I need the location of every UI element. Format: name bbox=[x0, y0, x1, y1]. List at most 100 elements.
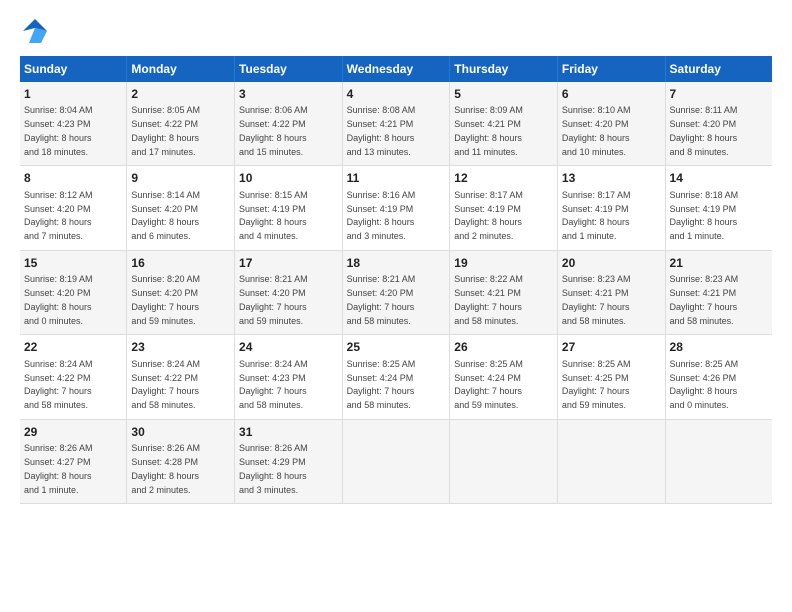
day-number: 29 bbox=[24, 424, 122, 441]
header-row: SundayMondayTuesdayWednesdayThursdayFrid… bbox=[20, 56, 772, 82]
day-cell bbox=[450, 419, 558, 503]
day-number: 4 bbox=[347, 86, 446, 103]
day-info: Sunrise: 8:20 AMSunset: 4:20 PMDaylight:… bbox=[131, 274, 200, 325]
day-info: Sunrise: 8:21 AMSunset: 4:20 PMDaylight:… bbox=[239, 274, 308, 325]
day-number: 16 bbox=[131, 255, 230, 272]
day-number: 8 bbox=[24, 170, 122, 187]
day-info: Sunrise: 8:06 AMSunset: 4:22 PMDaylight:… bbox=[239, 105, 308, 156]
day-cell: 17Sunrise: 8:21 AMSunset: 4:20 PMDayligh… bbox=[235, 250, 343, 334]
day-info: Sunrise: 8:11 AMSunset: 4:20 PMDaylight:… bbox=[670, 105, 738, 156]
day-number: 6 bbox=[562, 86, 661, 103]
day-cell: 28Sunrise: 8:25 AMSunset: 4:26 PMDayligh… bbox=[665, 335, 772, 419]
day-cell: 31Sunrise: 8:26 AMSunset: 4:29 PMDayligh… bbox=[235, 419, 343, 503]
day-cell bbox=[665, 419, 772, 503]
day-info: Sunrise: 8:26 AMSunset: 4:29 PMDaylight:… bbox=[239, 443, 308, 494]
day-info: Sunrise: 8:25 AMSunset: 4:25 PMDaylight:… bbox=[562, 359, 631, 410]
day-cell: 14 Sunrise: 8:18 AMSunset: 4:19 PMDayligh… bbox=[665, 166, 772, 250]
day-cell: 30 Sunrise: 8:26 AMSunset: 4:28 PMDayligh… bbox=[127, 419, 235, 503]
calendar-table: SundayMondayTuesdayWednesdayThursdayFrid… bbox=[20, 56, 772, 504]
day-number: 20 bbox=[562, 255, 661, 272]
day-info: Sunrise: 8:26 AMSunset: 4:27 PMDaylight:… bbox=[24, 443, 93, 494]
day-number: 12 bbox=[454, 170, 553, 187]
day-number: 30 bbox=[131, 424, 230, 441]
day-number: 26 bbox=[454, 339, 553, 356]
day-info: Sunrise: 8:04 AMSunset: 4:23 PMDaylight:… bbox=[24, 105, 93, 156]
header bbox=[20, 16, 772, 46]
day-info: Sunrise: 8:10 AMSunset: 4:20 PMDaylight:… bbox=[562, 105, 631, 156]
day-info: Sunrise: 8:12 AMSunset: 4:20 PMDaylight:… bbox=[24, 190, 93, 241]
day-info: Sunrise: 8:19 AMSunset: 4:20 PMDaylight:… bbox=[24, 274, 93, 325]
day-cell: 1 Sunrise: 8:04 AMSunset: 4:23 PMDaylight… bbox=[20, 82, 127, 166]
day-cell bbox=[557, 419, 665, 503]
day-cell: 18Sunrise: 8:21 AMSunset: 4:20 PMDayligh… bbox=[342, 250, 450, 334]
day-number: 25 bbox=[347, 339, 446, 356]
day-info: Sunrise: 8:25 AMSunset: 4:24 PMDaylight:… bbox=[347, 359, 416, 410]
day-cell: 15 Sunrise: 8:19 AMSunset: 4:20 PMDayligh… bbox=[20, 250, 127, 334]
day-cell: 27 Sunrise: 8:25 AMSunset: 4:25 PMDayligh… bbox=[557, 335, 665, 419]
week-row-3: 15 Sunrise: 8:19 AMSunset: 4:20 PMDayligh… bbox=[20, 250, 772, 334]
day-info: Sunrise: 8:24 AMSunset: 4:22 PMDaylight:… bbox=[24, 359, 93, 410]
day-number: 15 bbox=[24, 255, 122, 272]
day-cell bbox=[342, 419, 450, 503]
day-number: 23 bbox=[131, 339, 230, 356]
header-cell-saturday: Saturday bbox=[665, 56, 772, 82]
day-cell: 16 Sunrise: 8:20 AMSunset: 4:20 PMDayligh… bbox=[127, 250, 235, 334]
day-cell: 10 Sunrise: 8:15 AMSunset: 4:19 PMDayligh… bbox=[235, 166, 343, 250]
day-info: Sunrise: 8:26 AMSunset: 4:28 PMDaylight:… bbox=[131, 443, 200, 494]
header-cell-tuesday: Tuesday bbox=[235, 56, 343, 82]
day-number: 22 bbox=[24, 339, 122, 356]
day-info: Sunrise: 8:24 AMSunset: 4:22 PMDaylight:… bbox=[131, 359, 200, 410]
week-row-4: 22 Sunrise: 8:24 AMSunset: 4:22 PMDayligh… bbox=[20, 335, 772, 419]
day-number: 13 bbox=[562, 170, 661, 187]
day-number: 1 bbox=[24, 86, 122, 103]
day-cell: 7Sunrise: 8:11 AMSunset: 4:20 PMDaylight… bbox=[665, 82, 772, 166]
header-cell-thursday: Thursday bbox=[450, 56, 558, 82]
week-row-1: 1 Sunrise: 8:04 AMSunset: 4:23 PMDaylight… bbox=[20, 82, 772, 166]
day-info: Sunrise: 8:23 AMSunset: 4:21 PMDaylight:… bbox=[562, 274, 631, 325]
day-cell: 9 Sunrise: 8:14 AMSunset: 4:20 PMDaylight… bbox=[127, 166, 235, 250]
day-info: Sunrise: 8:14 AMSunset: 4:20 PMDaylight:… bbox=[131, 190, 200, 241]
day-info: Sunrise: 8:05 AMSunset: 4:22 PMDaylight:… bbox=[131, 105, 200, 156]
day-cell: 4Sunrise: 8:08 AMSunset: 4:21 PMDaylight… bbox=[342, 82, 450, 166]
day-cell: 22 Sunrise: 8:24 AMSunset: 4:22 PMDayligh… bbox=[20, 335, 127, 419]
day-cell: 23 Sunrise: 8:24 AMSunset: 4:22 PMDayligh… bbox=[127, 335, 235, 419]
header-cell-monday: Monday bbox=[127, 56, 235, 82]
header-cell-wednesday: Wednesday bbox=[342, 56, 450, 82]
day-number: 27 bbox=[562, 339, 661, 356]
header-cell-friday: Friday bbox=[557, 56, 665, 82]
logo bbox=[20, 16, 54, 46]
day-info: Sunrise: 8:22 AMSunset: 4:21 PMDaylight:… bbox=[454, 274, 523, 325]
day-cell: 13 Sunrise: 8:17 AMSunset: 4:19 PMDayligh… bbox=[557, 166, 665, 250]
day-number: 2 bbox=[131, 86, 230, 103]
day-number: 10 bbox=[239, 170, 338, 187]
day-cell: 5Sunrise: 8:09 AMSunset: 4:21 PMDaylight… bbox=[450, 82, 558, 166]
header-cell-sunday: Sunday bbox=[20, 56, 127, 82]
day-cell: 2 Sunrise: 8:05 AMSunset: 4:22 PMDaylight… bbox=[127, 82, 235, 166]
day-cell: 8 Sunrise: 8:12 AMSunset: 4:20 PMDaylight… bbox=[20, 166, 127, 250]
day-number: 21 bbox=[670, 255, 768, 272]
day-cell: 29 Sunrise: 8:26 AMSunset: 4:27 PMDayligh… bbox=[20, 419, 127, 503]
day-cell: 25 Sunrise: 8:25 AMSunset: 4:24 PMDayligh… bbox=[342, 335, 450, 419]
day-info: Sunrise: 8:25 AMSunset: 4:24 PMDaylight:… bbox=[454, 359, 523, 410]
day-cell: 6 Sunrise: 8:10 AMSunset: 4:20 PMDaylight… bbox=[557, 82, 665, 166]
day-number: 3 bbox=[239, 86, 338, 103]
day-info: Sunrise: 8:25 AMSunset: 4:26 PMDaylight:… bbox=[670, 359, 739, 410]
day-info: Sunrise: 8:17 AMSunset: 4:19 PMDaylight:… bbox=[562, 190, 631, 241]
day-info: Sunrise: 8:21 AMSunset: 4:20 PMDaylight:… bbox=[347, 274, 416, 325]
day-info: Sunrise: 8:17 AMSunset: 4:19 PMDaylight:… bbox=[454, 190, 523, 241]
day-info: Sunrise: 8:15 AMSunset: 4:19 PMDaylight:… bbox=[239, 190, 308, 241]
day-number: 11 bbox=[347, 170, 446, 187]
day-number: 24 bbox=[239, 339, 338, 356]
logo-icon bbox=[20, 16, 50, 46]
week-row-5: 29 Sunrise: 8:26 AMSunset: 4:27 PMDayligh… bbox=[20, 419, 772, 503]
day-cell: 11Sunrise: 8:16 AMSunset: 4:19 PMDayligh… bbox=[342, 166, 450, 250]
calendar-header: SundayMondayTuesdayWednesdayThursdayFrid… bbox=[20, 56, 772, 82]
day-number: 5 bbox=[454, 86, 553, 103]
day-number: 14 bbox=[670, 170, 768, 187]
day-number: 9 bbox=[131, 170, 230, 187]
day-info: Sunrise: 8:18 AMSunset: 4:19 PMDaylight:… bbox=[670, 190, 739, 241]
day-cell: 24Sunrise: 8:24 AMSunset: 4:23 PMDayligh… bbox=[235, 335, 343, 419]
calendar-body: 1 Sunrise: 8:04 AMSunset: 4:23 PMDaylight… bbox=[20, 82, 772, 504]
page: SundayMondayTuesdayWednesdayThursdayFrid… bbox=[0, 0, 792, 612]
day-cell: 19Sunrise: 8:22 AMSunset: 4:21 PMDayligh… bbox=[450, 250, 558, 334]
